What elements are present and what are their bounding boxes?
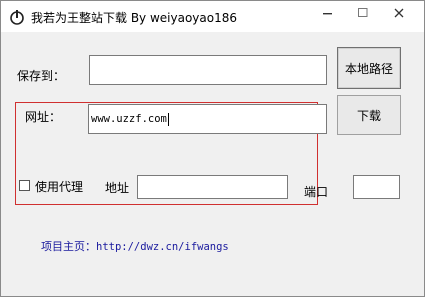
homepage-link[interactable]: 项目主页：http://dwz.cn/ifwangs xyxy=(41,238,229,254)
close-icon xyxy=(394,8,404,18)
save-path-label: 保存到： xyxy=(17,69,66,83)
title-bar[interactable]: 我若为王整站下载 By weiyaoyao186 xyxy=(1,1,424,32)
proxy-address-label: 地址 xyxy=(105,181,130,195)
proxy-port-label: 端口 xyxy=(304,185,329,199)
download-button[interactable]: 下载 xyxy=(337,95,401,135)
minimize-button[interactable] xyxy=(313,1,343,25)
url-label: 网址： xyxy=(25,110,62,124)
window-title: 我若为王整站下载 By weiyaoyao186 xyxy=(31,11,237,25)
minimize-icon xyxy=(323,13,332,15)
save-path-input[interactable] xyxy=(89,55,327,85)
close-button[interactable] xyxy=(384,1,414,25)
text-caret xyxy=(167,112,169,126)
url-value: www.uzzf.com xyxy=(91,113,167,125)
proxy-label: 使用代理 xyxy=(35,180,84,194)
homepage-label: 项目主页： xyxy=(41,240,96,253)
proxy-address-input[interactable] xyxy=(137,175,288,199)
homepage-url: http://dwz.cn/ifwangs xyxy=(96,241,229,253)
url-input[interactable]: www.uzzf.com xyxy=(88,104,327,134)
maximize-icon xyxy=(358,8,368,17)
local-path-button[interactable]: 本地路径 xyxy=(337,47,401,89)
proxy-port-input[interactable] xyxy=(353,175,400,199)
main-window: 我若为王整站下载 By weiyaoyao186 保存到： 本地路径 网址： w… xyxy=(0,0,425,297)
proxy-checkbox[interactable] xyxy=(19,180,30,191)
power-icon xyxy=(10,9,24,25)
maximize-button[interactable] xyxy=(348,1,378,25)
